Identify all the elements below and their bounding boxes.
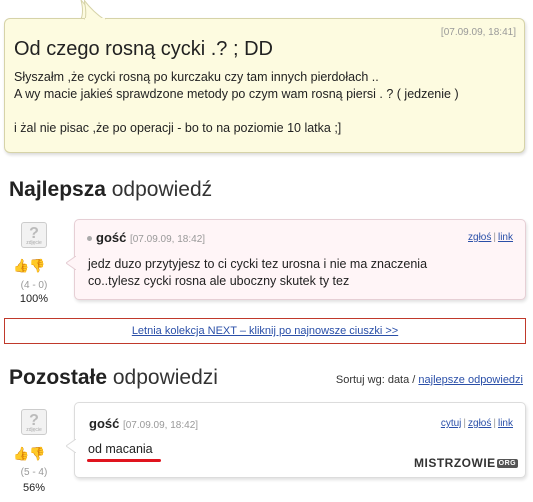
thumbs-down-icon[interactable]: 👎 [29, 258, 45, 273]
site-watermark-logo: MISTRZOWIE ORG [414, 456, 519, 470]
answer-links: zgłoś | link [468, 232, 513, 243]
thumbs-up-icon[interactable]: 👍 [13, 258, 29, 273]
thumbs-up-icon[interactable]: 👍 [13, 446, 29, 461]
question-line: i żal nie pisac ,że po operacji - bo to … [14, 121, 342, 135]
answer-author: gość [07.09.09, 18:42] [87, 230, 205, 245]
sort-control: Sortuj wg: data / najlepsze odpowiedzi [335, 374, 523, 386]
avatar: ? zdjęcie [21, 409, 47, 435]
answer-author: gość [07.09.09, 18:42] [89, 416, 199, 431]
vote-score: (5 - 4) [20, 467, 48, 478]
answer-date: [07.09.09, 18:42] [129, 234, 206, 245]
other-answers-heading: Pozostałe odpowiedzi [9, 366, 218, 389]
red-underline-mark [87, 459, 161, 462]
answer-bubble-tail [66, 256, 76, 270]
avatar: ? zdjęcie [21, 222, 47, 248]
question-line: A wy macie jakieś sprawdzone metody po c… [14, 87, 459, 101]
bullet-icon [87, 236, 92, 242]
question-tail-cover [84, 0, 106, 20]
ad-banner: Letnia kolekcja NEXT – kliknij po najnow… [4, 318, 526, 344]
vote-percent: 100% [19, 293, 49, 305]
vote-score: (4 - 0) [20, 280, 48, 291]
report-link[interactable]: zgłoś [468, 232, 491, 243]
vote-buttons: 👍👎 [13, 259, 45, 273]
answer-text: od macania [88, 442, 153, 456]
answer-date: [07.09.09, 18:42] [122, 420, 199, 431]
sort-best-link[interactable]: najlepsze odpowiedzi [418, 374, 523, 386]
report-link[interactable]: zgłoś [468, 418, 491, 429]
quote-link[interactable]: cytuj [441, 418, 462, 429]
permalink[interactable]: link [498, 232, 513, 243]
thumbs-down-icon[interactable]: 👎 [29, 446, 45, 461]
vote-percent: 56% [22, 482, 46, 494]
question-line: Słyszałm ,że cycki rosną po kurczaku czy… [14, 70, 379, 84]
permalink[interactable]: link [498, 418, 513, 429]
question-title: Od czego rosną cycki .? ; DD [14, 38, 273, 60]
answer-links: cytuj | zgłoś | link [440, 418, 513, 429]
question-line-blank [14, 103, 459, 120]
ad-link[interactable]: Letnia kolekcja NEXT – kliknij po najnow… [132, 325, 398, 337]
best-answer-box: gość [07.09.09, 18:42] zgłoś | link jedz d… [66, 219, 526, 300]
best-answer-heading: Najlepsza odpowiedź [9, 178, 213, 201]
answer-text: jedz duzo przytyjesz to ci cycki tez uro… [88, 257, 428, 288]
question-body: Słyszałm ,że cycki rosną po kurczaku czy… [14, 69, 459, 137]
answer-bubble-tail [66, 439, 76, 453]
question-date: [07.09.09, 18:41] [440, 27, 516, 38]
question-box: [07.09.09, 18:41] Od czego rosną cycki .… [4, 18, 525, 153]
vote-buttons: 👍👎 [13, 447, 45, 461]
